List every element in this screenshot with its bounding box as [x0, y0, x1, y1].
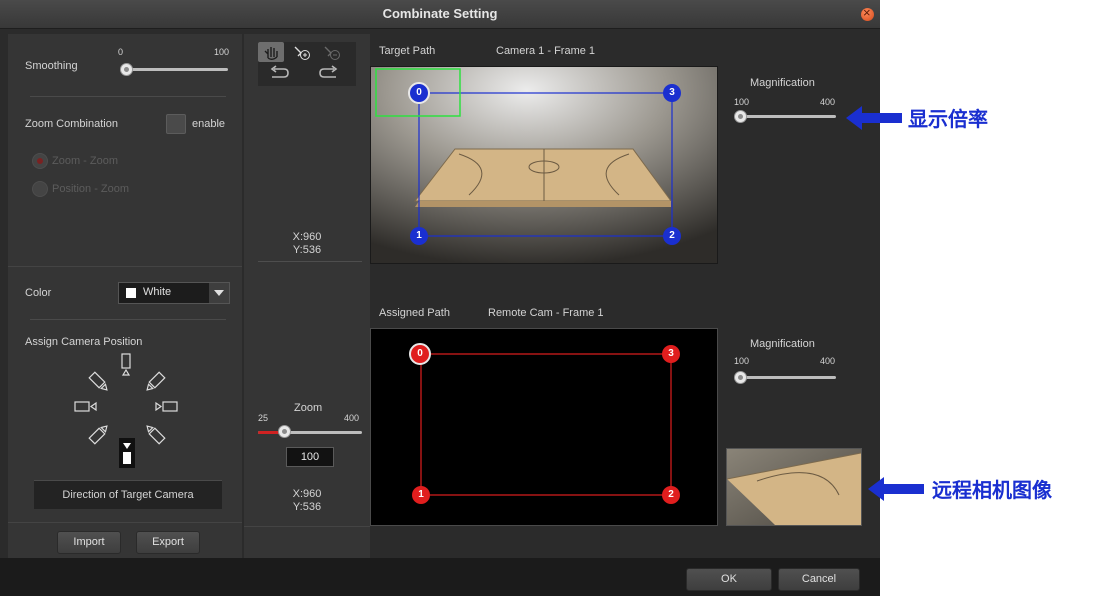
zoom-combination-label: Zoom Combination: [25, 118, 118, 130]
assigned-y-coordinate: Y:536: [292, 501, 322, 513]
target-magnification-slider-track[interactable]: [740, 115, 836, 118]
target-x-coordinate: X:960: [292, 231, 322, 243]
chevron-down-icon[interactable]: [209, 283, 229, 303]
arrow-left-icon: [846, 106, 902, 130]
camera-position-selector[interactable]: [63, 350, 193, 468]
zoom-value-field[interactable]: 100: [286, 447, 334, 467]
color-value: White: [143, 286, 172, 298]
direction-label-box: Direction of Target Camera: [34, 480, 222, 509]
target-path-point-1[interactable]: 1: [410, 227, 428, 245]
target-magnification-slider-handle[interactable]: [734, 110, 747, 123]
camera-bottom-left-icon: [88, 425, 108, 445]
arrow-left-icon: [868, 477, 924, 501]
cancel-button[interactable]: Cancel: [778, 568, 860, 591]
assigned-magnification-min: 100: [734, 356, 750, 366]
target-path-point-0[interactable]: 0: [408, 82, 430, 104]
divider: [8, 266, 242, 267]
target-path-title: Target Path: [379, 45, 436, 57]
zoom-slider-handle[interactable]: [278, 425, 291, 438]
color-dropdown[interactable]: White: [118, 282, 230, 304]
zoom-combination-checkbox[interactable]: [166, 114, 186, 134]
target-frame-label: Camera 1 - Frame 1: [496, 45, 596, 57]
assigned-path-point-1[interactable]: 1: [412, 486, 430, 504]
remote-image-annotation: 远程相机图像: [932, 478, 1052, 502]
assigned-path-title: Assigned Path: [379, 307, 450, 319]
camera-right-icon: [155, 401, 178, 412]
camera-top-left-icon: [88, 371, 108, 391]
color-label: Color: [25, 287, 52, 299]
divider: [244, 526, 370, 527]
close-icon[interactable]: [861, 5, 874, 21]
direction-of-target-camera-label: Direction of Target Camera: [62, 489, 194, 501]
magnification-annotation: 显示倍率: [908, 107, 988, 131]
position-zoom-radio[interactable]: [32, 181, 48, 197]
remote-camera-thumbnail: [726, 448, 862, 526]
add-point-icon[interactable]: [288, 42, 314, 62]
zoom-zoom-radio[interactable]: [32, 153, 48, 169]
tool-column: X:960 Y:536 Zoom 25 400 100 X:960 Y:536: [244, 34, 370, 558]
target-magnification-label: Magnification: [750, 77, 815, 89]
camera-top-right-icon: [146, 371, 166, 391]
smoothing-label: Smoothing: [25, 60, 78, 72]
assigned-path-point-2[interactable]: 2: [662, 486, 680, 504]
target-path-point-3[interactable]: 3: [663, 84, 681, 102]
target-y-coordinate: Y:536: [292, 244, 322, 256]
target-magnification-max: 400: [820, 97, 836, 107]
color-swatch: [126, 288, 136, 298]
divider: [30, 319, 226, 320]
redo-icon[interactable]: [310, 65, 338, 85]
target-path-point-2[interactable]: 2: [663, 227, 681, 245]
footer-bar: OK Cancel: [0, 558, 880, 596]
left-panel: Smoothing 0 100 Zoom Combination enable …: [8, 34, 242, 558]
zoom-zoom-label: Zoom - Zoom: [52, 155, 119, 167]
zoom-min-label: 25: [258, 413, 269, 423]
divider: [30, 96, 226, 97]
camera-bottom-icon: [119, 438, 135, 468]
assigned-magnification-max: 400: [820, 356, 836, 366]
assigned-magnification-slider-track[interactable]: [740, 376, 836, 379]
remove-point-icon[interactable]: [318, 42, 344, 62]
zoom-label: Zoom: [294, 402, 323, 414]
assigned-path-point-3[interactable]: 3: [662, 345, 680, 363]
zoom-max-label: 400: [344, 413, 360, 423]
assigned-path-point-0[interactable]: 0: [409, 343, 431, 365]
target-magnification-min: 100: [734, 97, 750, 107]
assign-camera-position-label: Assign Camera Position: [25, 336, 143, 348]
smoothing-slider-track[interactable]: [126, 68, 228, 71]
export-button[interactable]: Export: [136, 531, 200, 554]
import-button[interactable]: Import: [57, 531, 121, 554]
ok-button[interactable]: OK: [686, 568, 772, 591]
divider: [8, 522, 242, 523]
smoothing-max-label: 100: [214, 47, 230, 57]
window-title: Combinate Setting: [382, 6, 498, 21]
hand-icon[interactable]: [258, 42, 284, 62]
position-zoom-label: Position - Zoom: [52, 183, 130, 195]
camera-top-icon: [121, 353, 131, 376]
assigned-frame-label: Remote Cam - Frame 1: [488, 307, 604, 319]
combinate-setting-window: Combinate Setting Smoothing 0 100 Zoom C…: [0, 0, 880, 596]
divider: [258, 261, 362, 262]
enable-label: enable: [192, 118, 226, 130]
title-bar: Combinate Setting: [0, 0, 880, 29]
camera-left-icon: [74, 401, 97, 412]
assigned-x-coordinate: X:960: [292, 488, 322, 500]
assigned-magnification-slider-handle[interactable]: [734, 371, 747, 384]
undo-icon[interactable]: [258, 65, 289, 85]
assigned-magnification-label: Magnification: [750, 338, 815, 350]
smoothing-slider-handle[interactable]: [120, 63, 133, 76]
target-camera-view[interactable]: 0 1 2 3: [370, 66, 718, 264]
smoothing-min-label: 0: [118, 47, 124, 57]
assigned-camera-view[interactable]: 0 1 2 3: [370, 328, 718, 526]
camera-bottom-right-icon: [146, 425, 166, 445]
